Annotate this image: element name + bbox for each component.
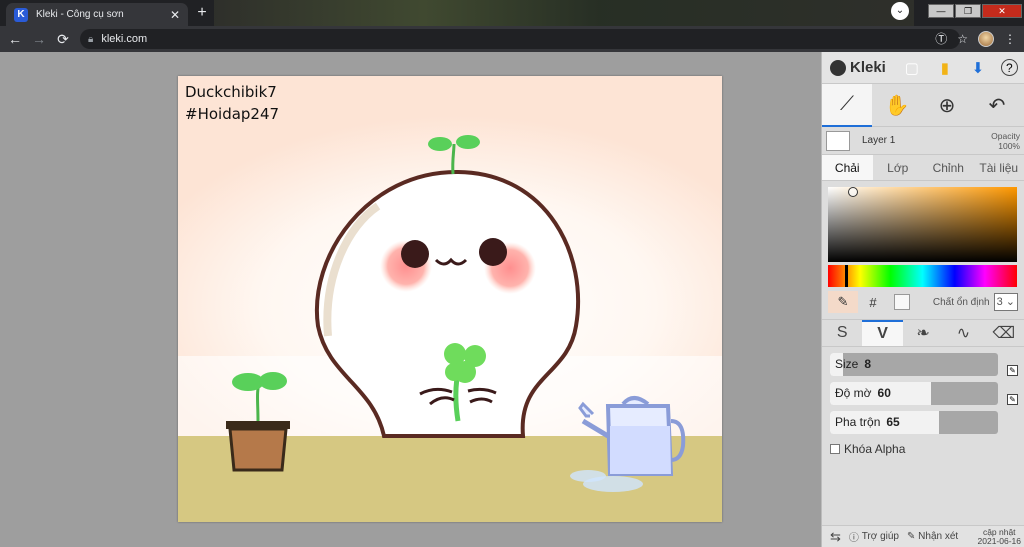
swap-icon[interactable]: ⇆	[830, 529, 841, 545]
opacity-label: Opacity	[991, 130, 1020, 141]
hex-input-button[interactable]: #	[858, 291, 888, 313]
alpha-lock-label: Khóa Alpha	[844, 442, 906, 456]
tab-layers[interactable]: Lớp	[873, 155, 924, 180]
stabilizer-value: 3	[996, 296, 1003, 308]
blend-slider-label: Pha trộn 65	[835, 415, 900, 429]
kleki-logo[interactable]: Kleki	[830, 59, 886, 76]
color-options: ✎ # Chất ổn định 3 ⌄	[822, 289, 1024, 315]
layer-thumbnail	[826, 130, 850, 151]
stabilizer-select[interactable]: 3 ⌄	[993, 293, 1018, 311]
feedback-link[interactable]: ✎ Nhận xét	[907, 531, 958, 542]
url-field[interactable]: 🔒︎ kleki.com	[80, 29, 960, 49]
drawing-canvas[interactable]: Duckchibik7 #Hoidap247	[178, 76, 722, 522]
tab-close-icon[interactable]: ✕	[170, 8, 180, 22]
stabilizer-control: Chất ổn định 3 ⌄	[933, 293, 1018, 311]
hue-slider[interactable]	[828, 265, 1017, 287]
lock-icon: 🔒︎	[88, 33, 94, 45]
reload-button[interactable]: ⟳	[54, 30, 72, 48]
artwork	[178, 76, 722, 522]
logo-text: Kleki	[850, 59, 886, 76]
tab-edit[interactable]: Chỉnh	[923, 155, 974, 180]
maximize-button[interactable]: ❐	[955, 4, 981, 18]
brush-tool-icon[interactable]: ⟋	[822, 84, 872, 127]
feedback-label: Nhận xét	[918, 531, 959, 542]
kleki-favicon-icon: K	[14, 7, 28, 22]
blend-slider[interactable]: Pha trộn 65	[830, 411, 998, 434]
update-date: 2021-06-16	[977, 535, 1021, 546]
opacity-slider-row: Độ mờ 60 ✎	[822, 382, 1024, 405]
tabbar-background	[214, 0, 914, 26]
new-tab-button[interactable]: +	[192, 4, 212, 22]
blend-brush-icon[interactable]: V	[862, 320, 903, 346]
alpha-lock-box[interactable]	[830, 444, 840, 454]
window-close-button[interactable]: ✕	[982, 4, 1022, 18]
sketchy-brush-icon[interactable]: ❧	[903, 320, 943, 346]
hand-tool-icon[interactable]: ✋	[872, 84, 922, 127]
tab-document[interactable]: Tài liệu	[974, 155, 1024, 180]
translate-icon[interactable]: Ⓣ	[935, 30, 947, 47]
secondary-color-swatch[interactable]	[894, 294, 910, 310]
signature-line-1: Duckchibik7	[185, 83, 277, 101]
color-picker-handle[interactable]	[848, 187, 858, 197]
help-icon[interactable]: ?	[1000, 59, 1018, 76]
size-pressure-icon[interactable]: ✎	[1007, 365, 1018, 376]
hue-slider-knob[interactable]	[845, 265, 848, 287]
url-text: kleki.com	[101, 33, 148, 45]
zoom-tool-icon[interactable]: ⊕	[922, 84, 972, 127]
eyedropper-icon[interactable]: ✎	[828, 291, 858, 313]
avatar[interactable]	[978, 30, 994, 47]
new-image-icon[interactable]: ▢	[902, 58, 922, 78]
blend-slider-row: Pha trộn 65	[822, 411, 1024, 434]
brush-types: S V ❧ ∿ ⌫	[822, 319, 1024, 347]
open-folder-icon[interactable]: ▮	[935, 58, 955, 78]
browser-tab-bar: K Kleki - Công cụ sơn ✕ + ⌄ — ❐ ✕	[0, 0, 1024, 26]
layer-opacity: Opacity 100%	[991, 131, 1020, 151]
tab-title: Kleki - Công cụ sơn	[36, 9, 124, 20]
color-picker-area[interactable]	[828, 187, 1017, 262]
minimize-button[interactable]: —	[928, 4, 954, 18]
download-icon[interactable]: ⬇	[968, 58, 988, 78]
browser-menu-icon[interactable]: ⋮	[1004, 32, 1016, 46]
pen-brush-icon[interactable]: S	[822, 320, 862, 346]
size-slider-row: Size 8 ✎	[822, 353, 1024, 376]
opacity-slider-label: Độ mờ 60	[835, 386, 891, 400]
forward-button[interactable]: →	[30, 30, 48, 48]
panel-footer: ⇆ ⓘ Trợ giúp ✎ Nhận xét cập nhật 2021-06…	[822, 525, 1024, 547]
stabilizer-label: Chất ổn định	[932, 296, 990, 308]
tool-panel: Kleki ▢ ▮ ⬇ ? ⟋ ✋ ⊕ ↶ Layer 1 Opacity 10…	[821, 52, 1024, 547]
address-bar: ← → ⟳ 🔒︎ kleki.com Ⓣ ☆ ⋮	[0, 26, 1024, 52]
panel-header: Kleki ▢ ▮ ⬇ ?	[822, 52, 1024, 84]
profile-icon[interactable]: ⌄	[891, 2, 909, 20]
opacity-slider[interactable]: Độ mờ 60	[830, 382, 998, 405]
kleki-logo-icon	[830, 59, 846, 76]
alpha-lock-checkbox[interactable]: Khóa Alpha	[830, 442, 1024, 456]
tab-brush[interactable]: Chải	[822, 155, 873, 180]
address-bar-actions: Ⓣ ☆ ⋮	[935, 30, 1016, 47]
layer-row[interactable]: Layer 1 Opacity 100%	[822, 127, 1024, 155]
help-link-label: Trợ giúp	[861, 531, 899, 542]
tool-row: ⟋ ✋ ⊕ ↶	[822, 84, 1024, 127]
layer-name: Layer 1	[862, 135, 896, 146]
workspace: Duckchibik7 #Hoidap247	[0, 52, 821, 547]
opacity-value: 100%	[998, 140, 1020, 151]
eraser-icon[interactable]: ⌫	[984, 320, 1024, 346]
window-controls: ⌄ — ❐ ✕	[891, 0, 1022, 22]
opacity-pressure-icon[interactable]: ✎	[1007, 394, 1018, 405]
bookmark-star-icon[interactable]: ☆	[957, 32, 968, 46]
undo-redo-icon[interactable]: ↶	[972, 84, 1022, 127]
size-slider[interactable]: Size 8	[830, 353, 998, 376]
help-link[interactable]: ⓘ Trợ giúp	[849, 529, 899, 544]
size-slider-label: Size 8	[835, 357, 872, 371]
browser-tab[interactable]: K Kleki - Công cụ sơn ✕	[6, 3, 188, 26]
signature-line-2: #Hoidap247	[185, 105, 280, 123]
panel-tabs: Chải Lớp Chỉnh Tài liệu	[822, 155, 1024, 181]
pixel-brush-icon[interactable]: ∿	[943, 320, 983, 346]
update-info[interactable]: cập nhật 2021-06-16	[977, 527, 1021, 546]
back-button[interactable]: ←	[6, 30, 24, 48]
